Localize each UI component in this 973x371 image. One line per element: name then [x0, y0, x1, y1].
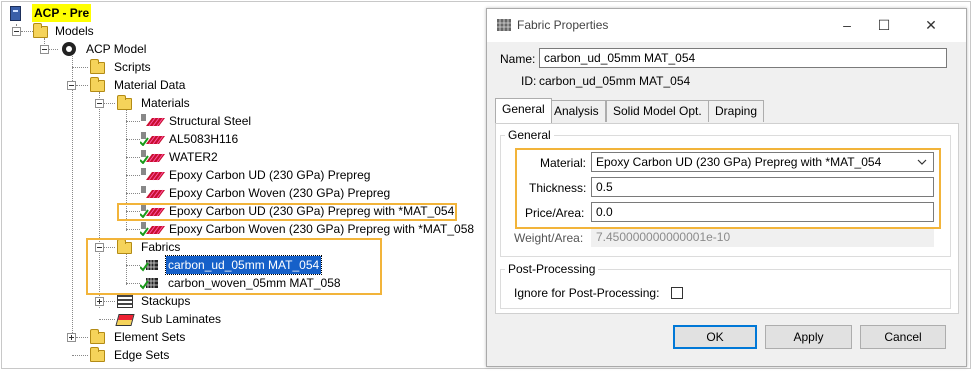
apply-button[interactable]: Apply: [765, 325, 852, 349]
tree-root-label: ACP - Pre: [32, 4, 92, 22]
tree-item-label: ACP Model: [86, 42, 147, 56]
computer-icon: [10, 6, 21, 21]
expander-material-data[interactable]: [67, 81, 76, 90]
tree-item-label: Structural Steel: [169, 114, 252, 128]
material-icon: [140, 132, 165, 146]
tab-bar: General Analysis Solid Model Opt. Drapin…: [495, 98, 959, 123]
highlight-box-fabrics: [86, 238, 382, 295]
tree-item-label: Sub Laminates: [141, 312, 222, 326]
tree-item-label: AL5083H116: [169, 132, 239, 146]
tree-item-label: Models: [55, 24, 94, 38]
sublaminate-icon: [115, 314, 135, 326]
post-processing-group-title: Post-Processing: [505, 262, 599, 276]
material-icon: [141, 114, 165, 127]
expander-models[interactable]: [12, 27, 21, 36]
highlight-box-properties: [515, 148, 941, 229]
ignore-post-processing-checkbox[interactable]: [671, 287, 683, 299]
expander-element-sets[interactable]: [67, 333, 76, 342]
weight-area-field: 7.450000000000001e-10: [591, 227, 934, 247]
tab-general[interactable]: General: [495, 98, 552, 123]
tree-item-label: Edge Sets: [114, 348, 170, 362]
tab-solid-model-opt[interactable]: Solid Model Opt.: [606, 100, 709, 122]
dialog-titlebar[interactable]: Fabric Properties – ☐ ✕: [487, 9, 966, 42]
tree-item-label: Epoxy Carbon Woven (230 GPa) Prepreg: [169, 186, 391, 200]
folder-icon: [90, 77, 105, 92]
weight-area-label: Weight/Area:: [514, 231, 584, 245]
tree-item-label: Scripts: [114, 60, 151, 74]
expander-stackups[interactable]: [95, 297, 104, 306]
ok-button[interactable]: OK: [673, 325, 757, 349]
model-tree: ACP - Pre Models ACP Model Scripts Mater…: [0, 0, 485, 371]
gear-icon: [62, 42, 76, 56]
name-field[interactable]: carbon_ud_05mm MAT_054: [539, 48, 947, 68]
tree-item-label: Epoxy Carbon UD (230 GPa) Prepreg: [169, 168, 371, 182]
cancel-button[interactable]: Cancel: [860, 325, 946, 349]
general-group-title: General: [505, 128, 554, 142]
tree-item-label: WATER2: [169, 150, 218, 164]
tree-item-label: Element Sets: [114, 330, 186, 344]
material-icon: [141, 186, 165, 199]
name-label: Name:: [500, 52, 536, 66]
close-icon[interactable]: ✕: [919, 14, 943, 36]
highlight-box-material: [117, 203, 457, 221]
folder-icon: [90, 347, 105, 362]
material-icon: [140, 150, 165, 164]
folder-icon: [90, 59, 105, 74]
general-tab-panel: General Material: Epoxy Carbon UD (230 G…: [495, 123, 959, 314]
folder-icon: [33, 23, 48, 38]
expander-materials[interactable]: [95, 99, 104, 108]
expander-acp-model[interactable]: [40, 45, 49, 54]
maximize-icon[interactable]: ☐: [872, 14, 896, 36]
stackup-icon: [117, 294, 133, 308]
tree-item-label: Epoxy Carbon Woven (230 GPa) Prepreg wit…: [169, 222, 475, 236]
fabric-icon: [497, 19, 511, 31]
folder-icon: [90, 329, 105, 344]
id-value: carbon_ud_05mm MAT_054: [539, 74, 691, 88]
id-label: ID:: [521, 74, 537, 88]
folder-icon: [117, 95, 132, 110]
tree-item-label: Materials: [141, 96, 190, 110]
tab-analysis[interactable]: Analysis: [547, 100, 606, 122]
ignore-post-processing-label: Ignore for Post-Processing:: [514, 286, 660, 300]
tree-item-label: Material Data: [114, 78, 186, 92]
tab-draping[interactable]: Draping: [708, 100, 765, 122]
material-icon: [141, 168, 165, 181]
fabric-properties-dialog: Fabric Properties – ☐ ✕ Name: carbon_ud_…: [486, 8, 967, 367]
dialog-title: Fabric Properties: [517, 18, 609, 32]
material-icon: [140, 222, 165, 236]
minimize-icon[interactable]: –: [835, 14, 859, 36]
